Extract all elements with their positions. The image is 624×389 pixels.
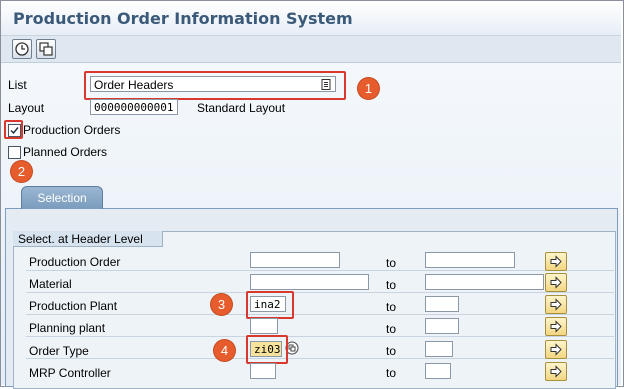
row-label-planning-plant: Planning plant	[29, 321, 106, 335]
multiple-selection-button[interactable]	[545, 295, 567, 314]
annotation-badge-2: 2	[11, 161, 32, 182]
multiple-selection-button[interactable]	[545, 362, 567, 381]
execute-button[interactable]	[12, 39, 32, 59]
page-title: Production Order Information System	[13, 9, 353, 28]
arrow-right-icon	[550, 320, 562, 333]
row-label-production-plant: Production Plant	[29, 299, 118, 313]
table-row	[26, 317, 614, 337]
multiple-selection-button[interactable]	[545, 252, 567, 271]
row-label-order-type: Order Type	[29, 344, 89, 358]
multiple-selection-button[interactable]	[545, 273, 567, 292]
planned-orders-checkbox[interactable]	[8, 146, 21, 159]
tab-selection[interactable]: Selection	[21, 186, 103, 209]
order-type-to[interactable]	[425, 341, 453, 357]
material-to[interactable]	[425, 274, 544, 290]
material-from[interactable]	[250, 274, 369, 290]
row-to-label: to	[386, 322, 397, 336]
arrow-right-icon	[550, 276, 562, 289]
production-order-to[interactable]	[425, 252, 515, 268]
layout-label: Layout	[8, 101, 45, 115]
arrow-right-icon	[550, 365, 562, 378]
arrow-right-icon	[550, 343, 562, 356]
multiple-selection-button[interactable]	[545, 317, 567, 336]
row-label-material: Material	[29, 277, 72, 291]
row-to-label: to	[386, 366, 397, 380]
planned-orders-label: Planned Orders	[23, 145, 108, 159]
planning-plant-to[interactable]	[425, 318, 459, 334]
planning-plant-from[interactable]	[250, 318, 278, 334]
annotation-badge-3: 3	[211, 294, 232, 315]
copy-variant-icon	[39, 42, 53, 56]
copy-variant-button[interactable]	[36, 39, 56, 59]
layout-field[interactable]: 000000000001	[90, 99, 178, 115]
list-label: List	[8, 78, 27, 92]
application-toolbar	[1, 36, 621, 63]
row-label-mrp-controller: MRP Controller	[29, 366, 111, 380]
mrp-controller-from[interactable]	[250, 363, 276, 379]
production-order-from[interactable]	[250, 252, 340, 268]
row-to-label: to	[386, 256, 397, 270]
row-to-label: to	[386, 300, 397, 314]
execute-clock-icon	[15, 42, 29, 56]
row-to-label: to	[386, 278, 397, 292]
arrow-right-icon	[550, 255, 562, 268]
annotation-box-4	[246, 335, 288, 364]
group-title: Select. at Header Level	[13, 231, 163, 247]
annotation-badge-4: 4	[214, 340, 235, 361]
production-plant-to[interactable]	[425, 296, 459, 312]
table-row	[26, 339, 614, 359]
multiple-selection-button[interactable]	[545, 340, 567, 359]
annotation-box-checkbox	[4, 120, 23, 139]
production-orders-label: Production Orders	[23, 123, 121, 137]
annotation-badge-1: 1	[358, 78, 379, 99]
arrow-right-icon	[550, 298, 562, 311]
layout-description: Standard Layout	[197, 101, 286, 115]
annotation-box-1	[84, 71, 346, 100]
row-to-label: to	[386, 344, 397, 358]
mrp-controller-to[interactable]	[425, 363, 451, 379]
annotation-box-3	[246, 291, 294, 319]
row-label-production-order: Production Order	[29, 255, 121, 269]
title-bar: Production Order Information System	[1, 1, 621, 36]
